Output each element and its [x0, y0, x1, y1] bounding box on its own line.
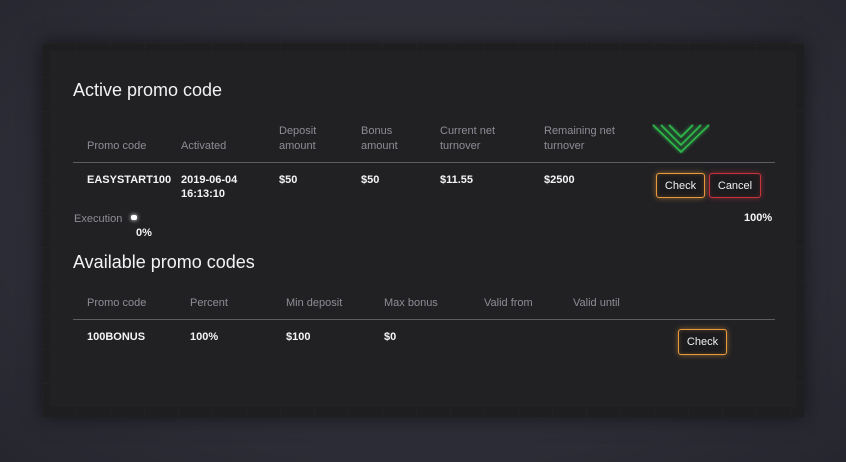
execution-label: Execution [74, 213, 123, 225]
available-row-max-bonus: $0 [384, 331, 397, 343]
active-cancel-button[interactable]: Cancel [709, 173, 761, 198]
active-header-divider [73, 162, 775, 163]
header-remaining-line1: Remaining net [544, 125, 615, 137]
available-header-divider [73, 319, 775, 320]
header-turnover-line1: Current net [440, 125, 496, 137]
available-row-promo-code: 100BONUS [87, 331, 146, 343]
avail-header-promo-code: Promo code [87, 297, 147, 309]
avail-header-max-bonus: Max bonus [384, 297, 438, 309]
available-row-min-deposit: $100 [286, 331, 311, 343]
available-row-percent: 100% [190, 331, 219, 343]
execution-max-value: 100% [744, 212, 773, 224]
avail-header-valid-until: Valid until [573, 297, 620, 309]
header-current-turnover: Current net turnover [440, 124, 495, 154]
active-row-activated-date: 2019-06-04 [181, 174, 238, 186]
active-row-turnover: $11.55 [440, 174, 474, 186]
header-bonus-line2: amount [361, 140, 398, 152]
available-check-button[interactable]: Check [678, 329, 727, 355]
header-turnover-line2: turnover [440, 140, 481, 152]
avail-header-percent: Percent [190, 297, 228, 309]
header-deposit-line1: Deposit [279, 125, 317, 137]
chevron-down-icon [652, 124, 710, 154]
execution-current-value: 0% [136, 227, 152, 239]
header-bonus-amount: Bonus amount [361, 124, 398, 154]
active-check-button[interactable]: Check [656, 173, 705, 198]
header-bonus-line1: Bonus [361, 125, 393, 137]
active-row-deposit: $50 [279, 174, 298, 186]
header-deposit-line2: amount [279, 140, 316, 152]
execution-progress-marker [131, 215, 137, 220]
active-row-bonus: $50 [361, 174, 380, 186]
header-remaining-turnover: Remaining net turnover [544, 124, 615, 154]
header-activated: Activated [181, 140, 227, 152]
available-promo-title: Available promo codes [73, 252, 255, 272]
active-row-activated: 2019-06-04 16:13:10 [181, 173, 237, 201]
header-remaining-line2: turnover [544, 140, 585, 152]
header-promo-code: Promo code [87, 140, 147, 152]
active-row-remaining: $2500 [544, 174, 575, 186]
active-row-activated-time: 16:13:10 [181, 188, 226, 200]
avail-header-valid-from: Valid from [484, 297, 533, 309]
header-deposit-amount: Deposit amount [279, 124, 316, 154]
active-promo-title: Active promo code [73, 80, 223, 100]
avail-header-min-deposit: Min deposit [286, 297, 343, 309]
active-row-promo-code: EASYSTART100 [87, 174, 172, 186]
